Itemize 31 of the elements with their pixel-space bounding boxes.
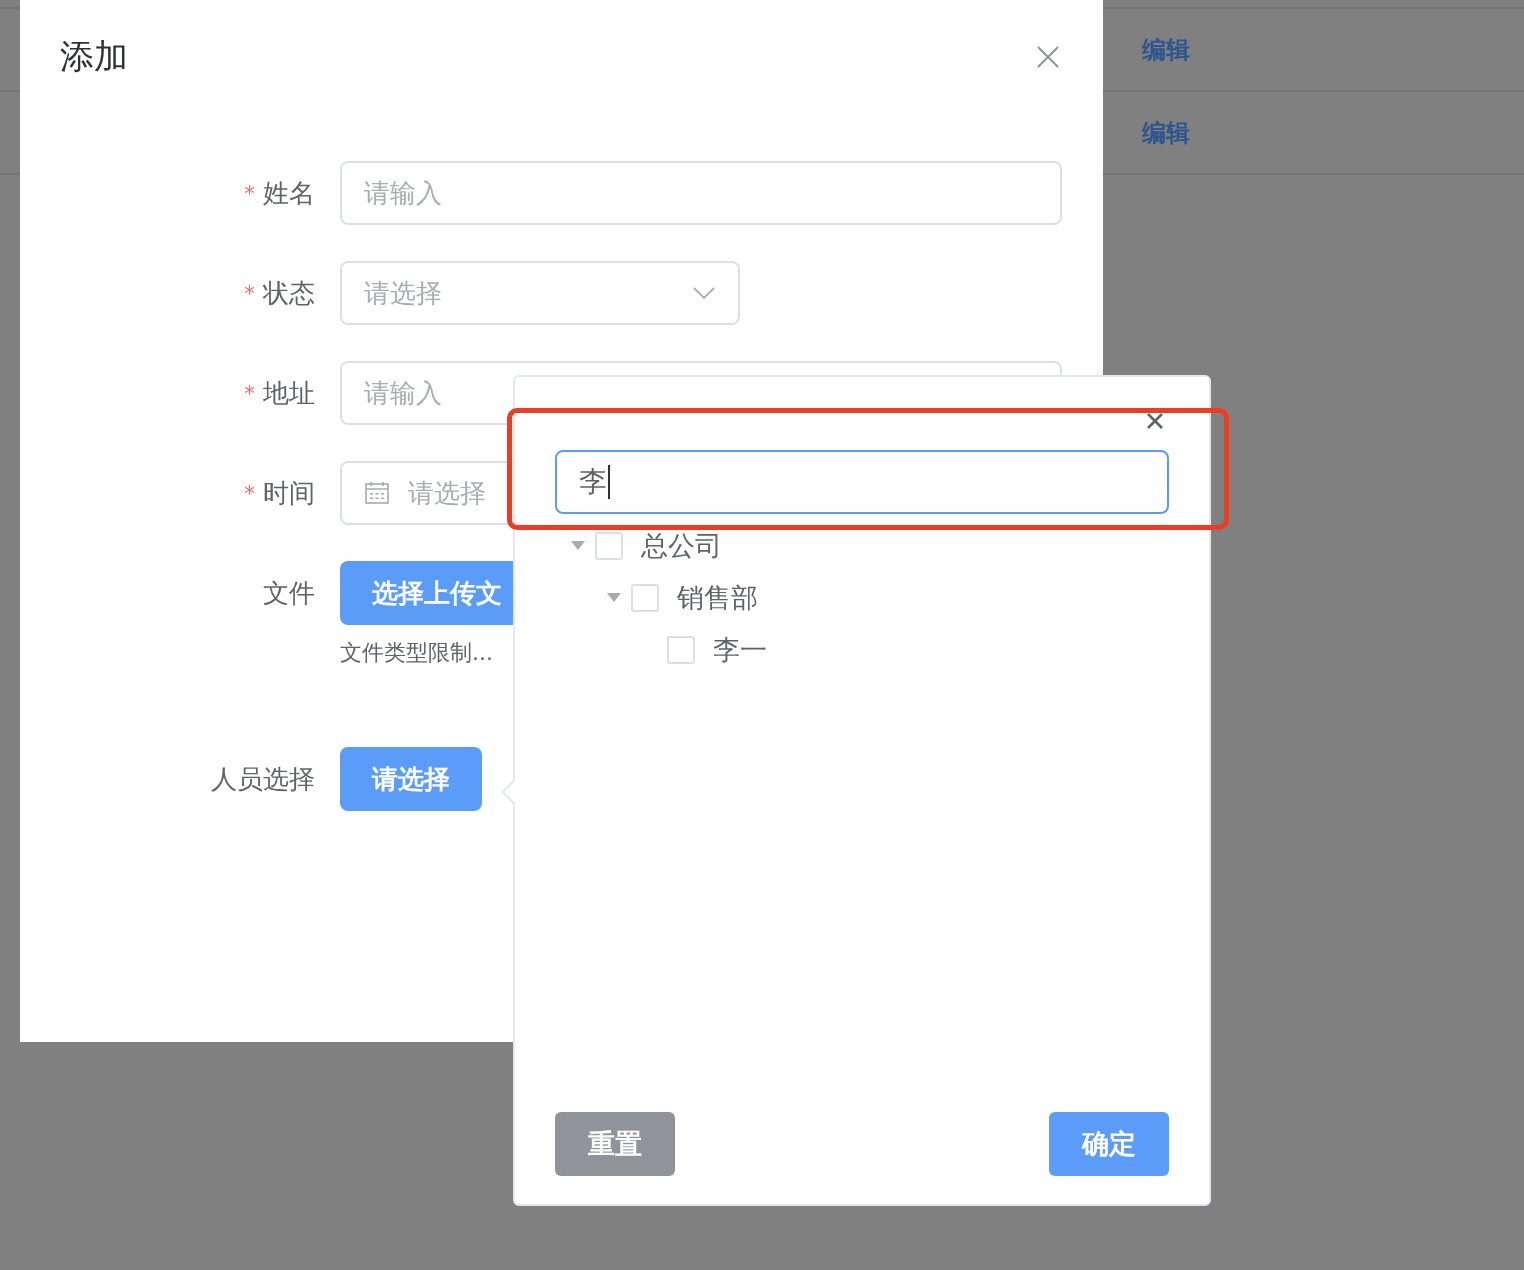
required-mark: * [244,480,255,506]
hint-text: 文件类型限制... [340,639,493,667]
expand-caret-icon[interactable] [571,541,585,551]
edit-link[interactable]: 编辑 [1142,116,1190,149]
dialog-title: 添加 [60,35,128,78]
tree-label[interactable]: 李一 [713,632,767,668]
edit-link[interactable]: 编辑 [1142,33,1190,66]
checkbox[interactable] [667,636,695,664]
checkbox[interactable] [595,532,623,560]
field-label: 人员选择 [211,762,315,796]
chevron-down-icon [692,286,716,300]
reset-button[interactable]: 重置 [555,1112,675,1176]
tree-label[interactable]: 销售部 [677,580,758,616]
field-label: 时间 [263,476,315,510]
required-mark: * [244,280,255,306]
field-label: 文件 [263,576,315,610]
search-field[interactable]: 李 [555,450,1169,514]
select-field[interactable]: 请选择 [340,261,740,325]
input-field[interactable]: 请输入 [340,161,1062,225]
expand-caret-icon[interactable] [607,593,621,603]
confirm-button[interactable]: 确定 [1049,1112,1169,1176]
calendar-icon [364,480,390,506]
required-mark: * [244,180,255,206]
required-mark: * [244,380,255,406]
field-label: 地址 [263,376,315,410]
close-icon[interactable] [1035,44,1061,70]
tree-label[interactable]: 总公司 [641,528,722,564]
checkbox[interactable] [631,584,659,612]
field-label: 状态 [263,276,315,310]
select-button[interactable]: 请选择 [340,747,482,811]
field-label: 姓名 [263,176,315,210]
